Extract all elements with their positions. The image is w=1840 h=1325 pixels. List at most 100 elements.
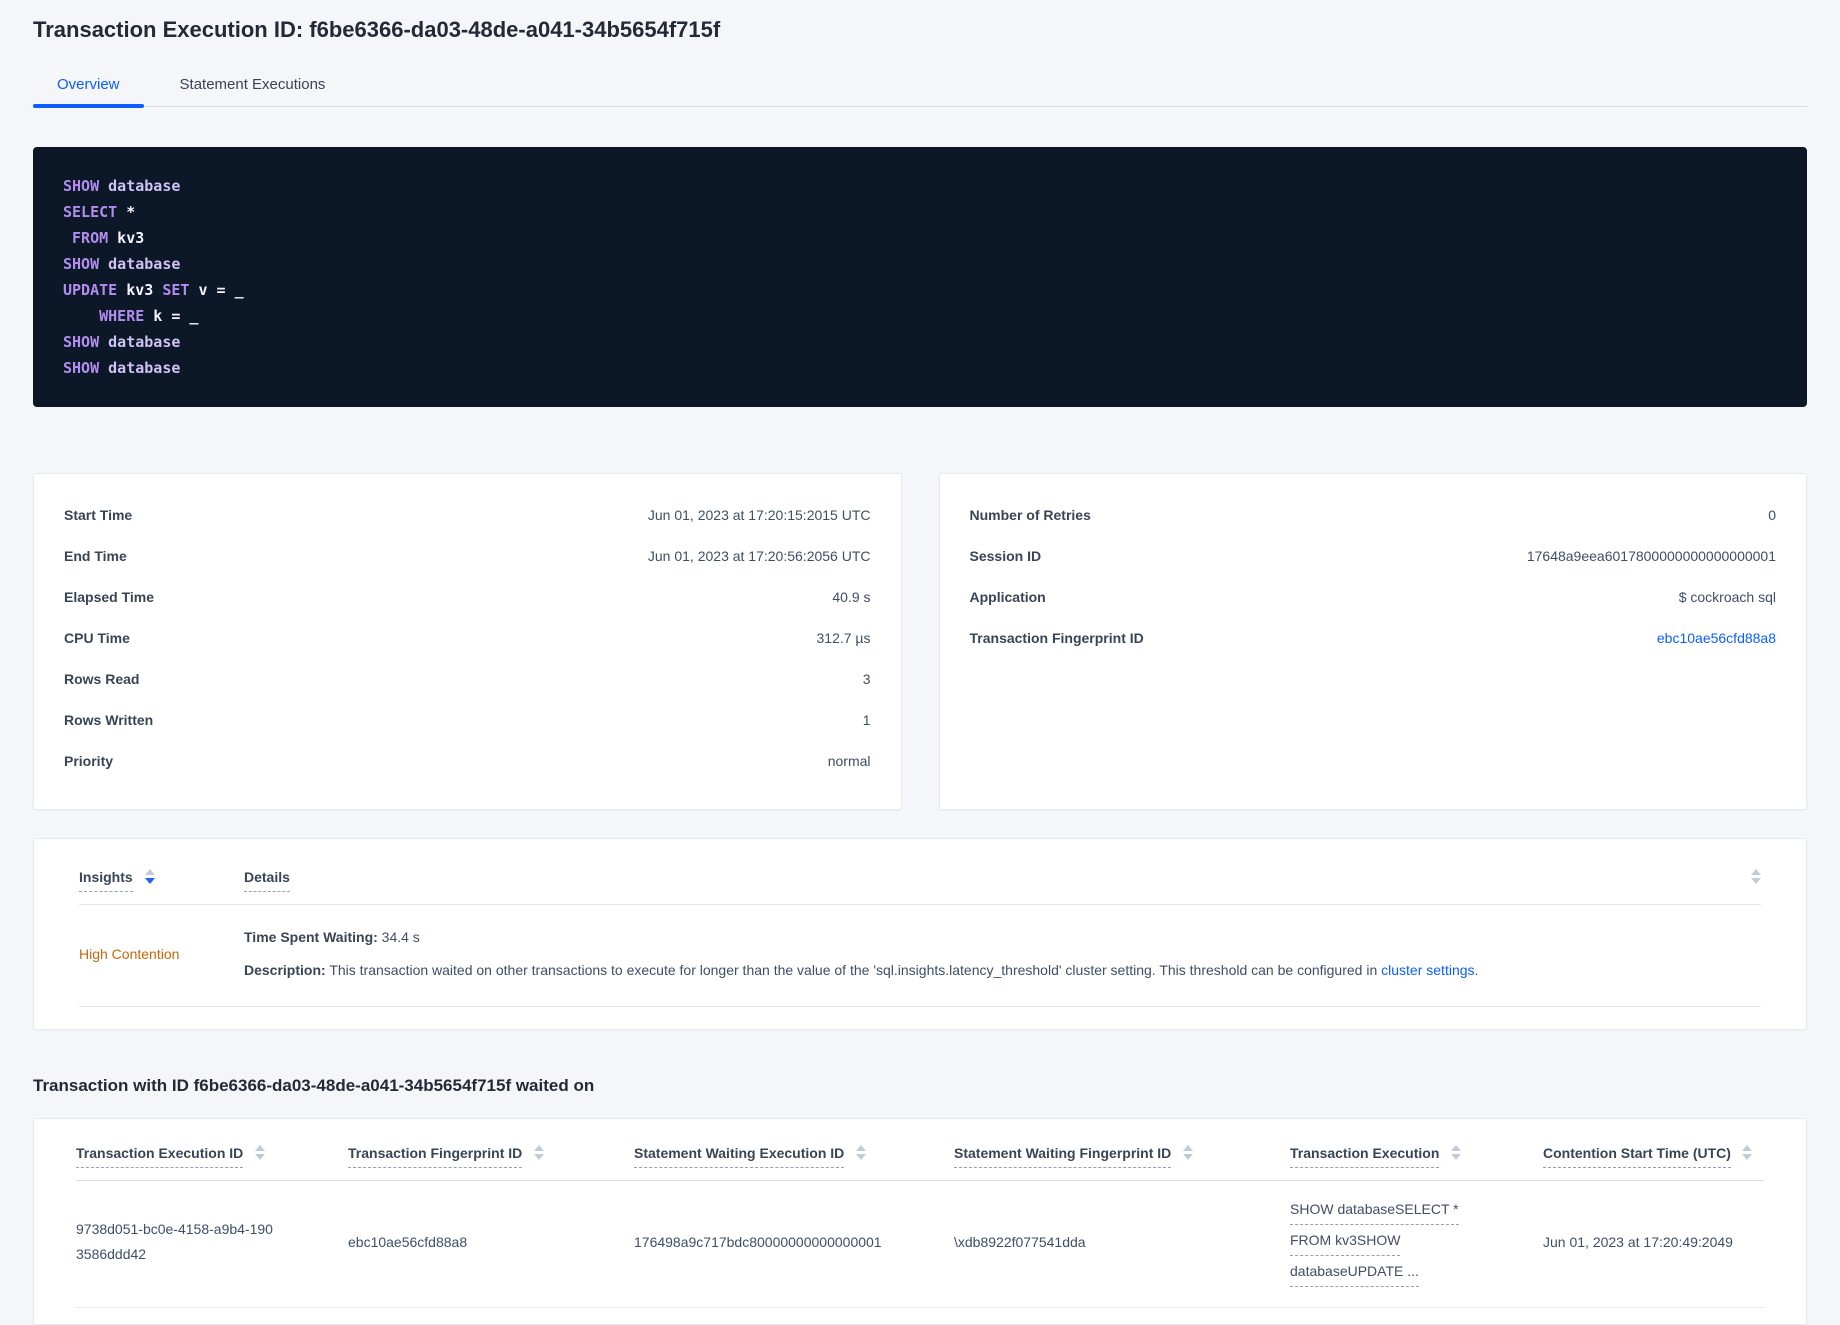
column-header-stmt-waiting-execution-id[interactable]: Statement Waiting Execution ID	[634, 1145, 954, 1168]
stat-row-end-time: End Time Jun 01, 2023 at 17:20:56:2056 U…	[64, 535, 871, 576]
insights-card-footer-space	[79, 1007, 1761, 1029]
stat-value: 17648a9eea6017800000000000000001	[1526, 547, 1776, 564]
sort-desc-icon	[1451, 1154, 1462, 1160]
insights-table-card: Insights Details High Contention Time Sp…	[33, 838, 1807, 1030]
insight-details: Time Spent Waiting: 34.4 s Description: …	[244, 927, 1478, 980]
sql-code-line: SHOW database	[63, 255, 181, 273]
stat-row-session-id: Session ID 17648a9eea6017800000000000000…	[970, 535, 1777, 576]
sort-asc-icon	[534, 1145, 545, 1151]
stat-value: 0	[1768, 506, 1776, 523]
column-header-label[interactable]: Contention Start Time (UTC)	[1543, 1145, 1731, 1168]
sort-arrows-icon[interactable]	[534, 1145, 545, 1160]
sort-asc-icon	[255, 1145, 266, 1151]
waited-on-card-footer-space	[76, 1308, 1764, 1324]
stat-label: Start Time	[64, 506, 133, 523]
sort-arrows-icon[interactable]	[1183, 1145, 1194, 1160]
cell-contention-start-time: Jun 01, 2023 at 17:20:49:2049	[1543, 1233, 1733, 1250]
description-suffix: .	[1474, 962, 1479, 978]
sort-arrows-icon[interactable]	[144, 869, 155, 884]
column-header-contention-start-time[interactable]: Contention Start Time (UTC)	[1543, 1145, 1764, 1168]
insights-column-header[interactable]: Insights	[79, 869, 244, 892]
stat-label: Rows Written	[64, 711, 154, 728]
stat-label: CPU Time	[64, 629, 130, 646]
cell-txn-execution-id: 9738d051-bc0e-4158-a9b4-1903586ddd42	[76, 1217, 348, 1267]
stat-value: Jun 01, 2023 at 17:20:15:2015 UTC	[647, 506, 871, 523]
txn-execution-line[interactable]: databaseUPDATE ...	[1290, 1259, 1419, 1287]
column-header-label[interactable]: Statement Waiting Fingerprint ID	[954, 1145, 1172, 1168]
cluster-settings-link[interactable]: cluster settings	[1381, 962, 1474, 978]
stat-value: 40.9 s	[832, 588, 871, 605]
sort-arrows-icon[interactable]	[1751, 869, 1761, 884]
sort-arrows-icon[interactable]	[1742, 1145, 1752, 1160]
column-header-label[interactable]: Transaction Fingerprint ID	[348, 1145, 523, 1168]
cell-stmt-waiting-execution-id: 176498a9c717bdc80000000000000001	[634, 1233, 882, 1250]
stat-value: 312.7 µs	[816, 629, 871, 646]
stat-label: Elapsed Time	[64, 588, 155, 605]
sort-asc-icon	[1183, 1145, 1194, 1151]
sql-code-line: SHOW database	[63, 333, 181, 351]
tab-overview[interactable]: Overview	[33, 70, 144, 108]
stat-label: Application	[969, 588, 1046, 605]
txn-execution-line[interactable]: SHOW databaseSELECT *	[1290, 1197, 1459, 1225]
description-line: Description: This transaction waited on …	[244, 960, 1478, 980]
column-header-label[interactable]: Transaction Execution ID	[76, 1145, 244, 1168]
stat-value: Jun 01, 2023 at 17:20:56:2056 UTC	[647, 547, 871, 564]
page-title: Transaction Execution ID: f6be6366-da03-…	[33, 17, 721, 42]
stat-label: Priority	[64, 752, 114, 769]
sql-code-line: UPDATE kv3 SET v = _	[63, 281, 244, 299]
insight-type-label: High Contention	[79, 945, 180, 962]
insights-header-label[interactable]: Insights	[79, 869, 133, 892]
column-header-txn-fingerprint-id[interactable]: Transaction Fingerprint ID	[348, 1145, 634, 1168]
sql-code-line: SHOW database	[63, 359, 181, 377]
sql-code-line: WHERE k = _	[63, 307, 199, 325]
sort-asc-icon	[144, 869, 155, 875]
sort-desc-icon	[255, 1154, 266, 1160]
column-header-stmt-waiting-fingerprint-id[interactable]: Statement Waiting Fingerprint ID	[954, 1145, 1290, 1168]
stat-label: Number of Retries	[969, 506, 1091, 523]
stat-row-start-time: Start Time Jun 01, 2023 at 17:20:15:2015…	[64, 494, 871, 535]
cell-txn-execution-statement-link[interactable]: SHOW databaseSELECT * FROM kv3SHOW datab…	[1290, 1197, 1543, 1287]
stat-value: normal	[827, 752, 871, 769]
column-header-txn-execution-id[interactable]: Transaction Execution ID	[76, 1145, 348, 1168]
stat-label: Rows Read	[64, 670, 140, 687]
txn-execution-line[interactable]: FROM kv3SHOW	[1290, 1228, 1401, 1256]
column-header-txn-execution[interactable]: Transaction Execution	[1290, 1145, 1543, 1168]
sort-desc-icon	[144, 878, 155, 884]
column-header-label[interactable]: Transaction Execution	[1290, 1145, 1440, 1168]
sort-desc-icon	[1183, 1154, 1194, 1160]
stat-label: Transaction Fingerprint ID	[969, 629, 1144, 646]
sql-code-block: SHOW database SELECT * FROM kv3 SHOW datab…	[33, 147, 1807, 407]
column-header-label[interactable]: Statement Waiting Execution ID	[634, 1145, 845, 1168]
session-stats-card: Number of Retries 0 Session ID 17648a9ee…	[938, 473, 1807, 810]
insight-row-high-contention: High Contention Time Spent Waiting: 34.4…	[79, 905, 1761, 1007]
transaction-details-page: Transaction Execution ID: f6be6366-da03-…	[0, 0, 1840, 1325]
insights-table-header: Insights Details	[79, 839, 1761, 905]
description-label: Description:	[244, 962, 326, 978]
sort-desc-icon	[1742, 1154, 1752, 1160]
sql-code-line: SELECT *	[63, 203, 136, 221]
stat-row-cpu-time: CPU Time 312.7 µs	[64, 617, 871, 658]
waited-on-heading: Transaction with ID f6be6366-da03-48de-a…	[33, 1076, 595, 1095]
stats-cards-row: Start Time Jun 01, 2023 at 17:20:15:2015…	[33, 473, 1807, 810]
sort-asc-icon	[856, 1145, 867, 1151]
stat-row-rows-read: Rows Read 3	[64, 658, 871, 699]
details-column-header[interactable]: Details	[244, 869, 290, 892]
waiting-value: 34.4 s	[377, 929, 420, 945]
sort-asc-icon	[1751, 869, 1761, 875]
tab-statement-executions[interactable]: Statement Executions	[156, 70, 350, 106]
sort-asc-icon	[1742, 1145, 1752, 1151]
transaction-fingerprint-link[interactable]: ebc10ae56cfd88a8	[1657, 630, 1776, 646]
stat-row-priority: Priority normal	[64, 740, 871, 781]
stat-label: Session ID	[969, 547, 1042, 564]
sort-arrows-icon[interactable]	[255, 1145, 266, 1160]
details-header-label[interactable]: Details	[244, 869, 290, 892]
stat-label: End Time	[64, 547, 127, 564]
cell-txn-fingerprint-id: ebc10ae56cfd88a8	[348, 1233, 468, 1250]
stat-row-txn-fingerprint-id: Transaction Fingerprint ID ebc10ae56cfd8…	[970, 617, 1777, 658]
sort-desc-icon	[856, 1154, 867, 1160]
description-text: This transaction waited on other transac…	[325, 962, 1382, 978]
sort-arrows-icon[interactable]	[1451, 1145, 1462, 1160]
tab-bar: Overview Statement Executions	[33, 70, 1807, 108]
sql-code-line: FROM kv3	[63, 229, 145, 247]
sort-arrows-icon[interactable]	[856, 1145, 867, 1160]
